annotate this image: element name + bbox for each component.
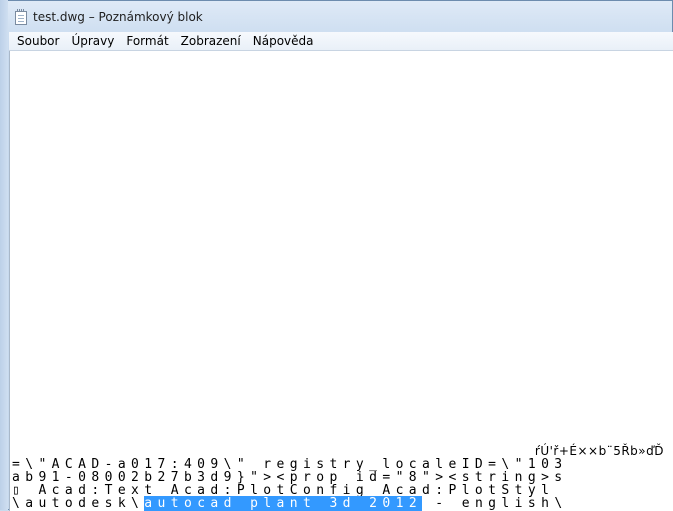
- selected-text[interactable]: autocad plant 3d 2012: [144, 496, 423, 511]
- editor-line-4-after: - english\: [422, 496, 568, 511]
- window-title: test.dwg – Poznámkový blok: [33, 10, 203, 24]
- editor-line-4-before: \autodesk\: [12, 496, 145, 511]
- notepad-icon: [15, 9, 27, 25]
- window-left-frame: [0, 0, 8, 510]
- menu-file[interactable]: Soubor: [11, 32, 65, 51]
- title-bar[interactable]: test.dwg – Poznámkový blok: [1, 1, 672, 33]
- menu-format[interactable]: Formát: [120, 32, 174, 51]
- editor-line-4: \autodesk\autocad plant 3d 2012 - englis…: [12, 496, 568, 511]
- menu-bar: Soubor Úpravy Formát Zobrazení Nápověda: [9, 32, 673, 51]
- text-editor-area[interactable]: ŕÚ'ř+É××b¨5Řb»ďĎ =\"ACAD-a017:409\" regi…: [9, 51, 673, 511]
- menu-help[interactable]: Nápověda: [247, 32, 320, 51]
- menu-edit[interactable]: Úpravy: [65, 32, 120, 51]
- menu-view[interactable]: Zobrazení: [175, 32, 247, 51]
- notepad-window: test.dwg – Poznámkový blok Soubor Úpravy…: [0, 0, 673, 511]
- editor-garbled-text: ŕÚ'ř+É××b¨5Řb»ďĎ: [534, 444, 664, 458]
